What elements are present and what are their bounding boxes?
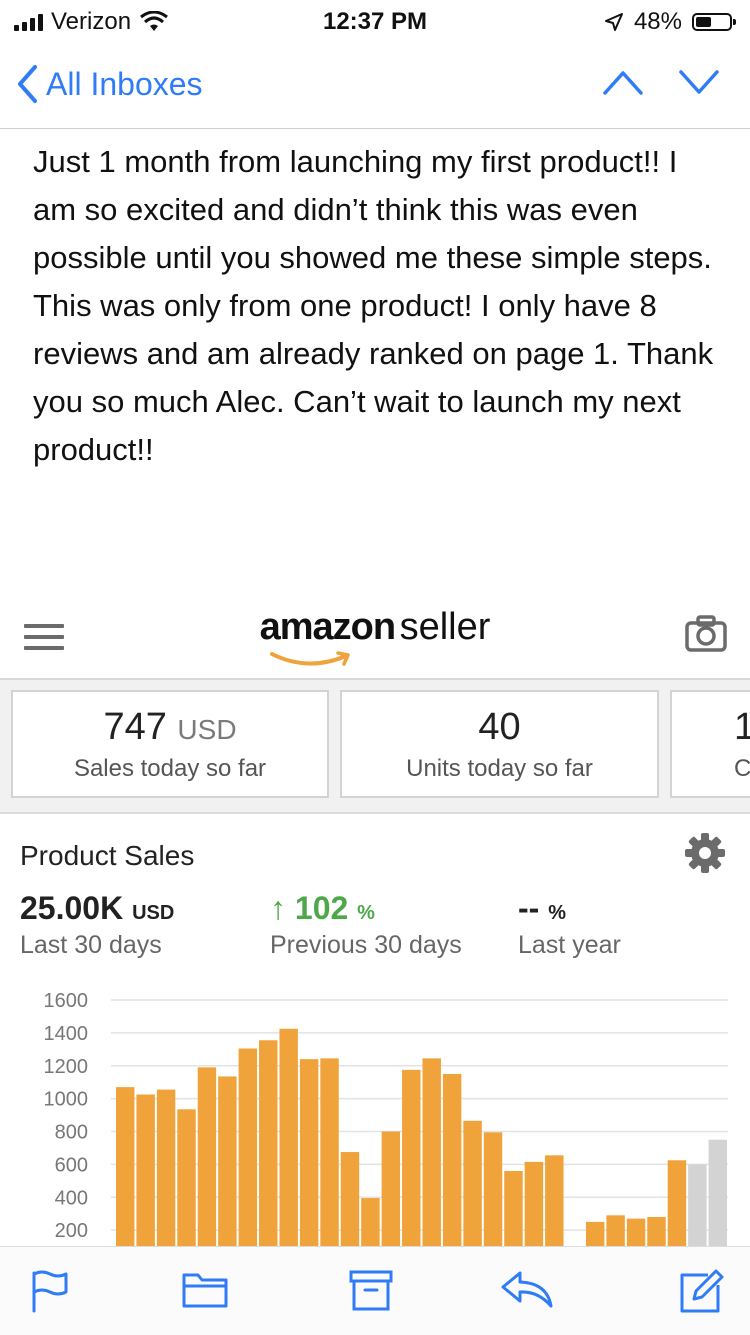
chart-bar	[218, 1076, 237, 1246]
chart-bar	[340, 1152, 360, 1246]
chart-bar	[545, 1155, 564, 1246]
chart-bar	[422, 1058, 441, 1246]
amazon-smile-icon	[270, 651, 350, 666]
y-tick-label: 600	[55, 1154, 88, 1176]
seller-header: amazon seller	[0, 600, 750, 680]
metric-value: --	[518, 890, 540, 926]
metric-label: Last year	[518, 931, 621, 959]
y-tick-label: 1200	[44, 1056, 89, 1078]
chart-bar	[299, 1059, 319, 1246]
battery-icon	[692, 13, 736, 31]
chart-bar	[116, 1087, 135, 1246]
chart-bar	[177, 1109, 196, 1246]
chart-bar	[647, 1216, 666, 1246]
y-tick-label: 200	[55, 1220, 88, 1242]
chart-bar	[524, 1161, 544, 1246]
chart-bar	[136, 1094, 155, 1246]
battery-percent: 48%	[633, 8, 682, 35]
chart-bar	[585, 1221, 605, 1246]
y-tick-label: 1000	[44, 1089, 89, 1111]
chart-bar	[667, 1160, 687, 1246]
metric-label: Previous 30 days	[270, 931, 462, 959]
chart-bar	[238, 1048, 258, 1246]
sales-today-value: 747	[103, 706, 167, 748]
units-today-label: Units today so far	[406, 755, 593, 782]
camera-icon	[685, 615, 727, 652]
y-tick-label: 1400	[44, 1023, 89, 1045]
next-message-button[interactable]	[678, 68, 720, 96]
mail-toolbar	[0, 1246, 750, 1335]
reply-button[interactable]	[500, 1269, 554, 1309]
amazon-seller-logo: amazon seller	[0, 606, 750, 666]
chart-bar	[442, 1073, 462, 1246]
product-sales-title: Product Sales	[20, 840, 195, 871]
chart-bar	[197, 1067, 217, 1246]
metric-previous-30-days: ↑ 102 % Previous 30 days	[270, 890, 462, 960]
metric-value: 25.00K	[20, 890, 124, 926]
metric-last-year: -- % Last year	[518, 890, 621, 960]
chart-bar	[259, 1040, 278, 1246]
y-tick-label: 800	[55, 1122, 88, 1144]
archive-button[interactable]	[349, 1269, 393, 1311]
mail-nav-bar: All Inboxes	[0, 42, 750, 129]
chart-bar	[156, 1089, 176, 1246]
message-navigation	[602, 68, 720, 96]
flag-button[interactable]	[30, 1269, 70, 1313]
metric-unit: %	[548, 902, 566, 924]
chart-bar	[361, 1198, 380, 1246]
previous-message-button[interactable]	[602, 68, 644, 96]
metric-value: 102	[294, 890, 349, 926]
metric-unit: %	[357, 902, 375, 924]
chart-bar	[279, 1028, 298, 1246]
back-label: All Inboxes	[46, 65, 203, 102]
chart-bar	[708, 1139, 727, 1246]
chart-bar	[606, 1215, 625, 1246]
message-body: Just 1 month from launching my first pro…	[33, 144, 714, 467]
location-arrow-icon	[604, 13, 623, 31]
units-today-value: 40	[478, 706, 521, 748]
chart-bar	[504, 1170, 523, 1246]
product-sales-chart: 1600 1400 1200 1000 800 600 400 200	[44, 990, 728, 1246]
chevron-left-icon	[18, 65, 37, 103]
chart-bar	[381, 1131, 401, 1246]
chart-bar	[320, 1058, 339, 1246]
sales-today-tile: 747 USD Sales today so far	[11, 690, 329, 798]
chart-bar	[463, 1120, 482, 1246]
chart-bar	[483, 1132, 503, 1246]
metric-last-30-days: 25.00K USD Last 30 days	[20, 890, 174, 960]
back-button[interactable]: All Inboxes	[16, 64, 203, 104]
y-tick-label: 400	[55, 1187, 88, 1209]
third-tile-label: C	[734, 755, 750, 782]
third-tile: 1 C	[670, 690, 750, 798]
units-today-tile: 40 Units today so far	[340, 690, 659, 798]
chart-bar	[688, 1164, 707, 1246]
metric-unit: USD	[132, 902, 175, 924]
metric-label: Last 30 days	[20, 931, 162, 959]
up-arrow-icon: ↑	[270, 890, 286, 926]
chart-bar	[626, 1218, 646, 1246]
gear-icon	[685, 833, 725, 873]
status-bar: Verizon 12:37 PM 48%	[0, 0, 750, 40]
sales-today-label: Sales today so far	[73, 755, 267, 782]
summary-tiles: 747 USD Sales today so far 40 Units toda…	[0, 680, 750, 812]
logo-amazon: amazon	[259, 606, 396, 648]
product-sales-card: Product Sales 25.00K USD Last 30 days ↑ …	[0, 812, 750, 1246]
sales-today-unit: USD	[177, 714, 237, 745]
logo-seller: seller	[399, 606, 491, 648]
chart-bar	[402, 1069, 421, 1246]
folder-button[interactable]	[182, 1269, 228, 1309]
compose-button[interactable]	[678, 1269, 724, 1315]
y-tick-label: 1600	[44, 990, 89, 1012]
battery-group: 48%	[604, 8, 736, 36]
third-tile-value: 1	[734, 706, 750, 748]
amazon-seller-screenshot: amazon seller 747 USD Sales today so far…	[0, 600, 750, 1246]
